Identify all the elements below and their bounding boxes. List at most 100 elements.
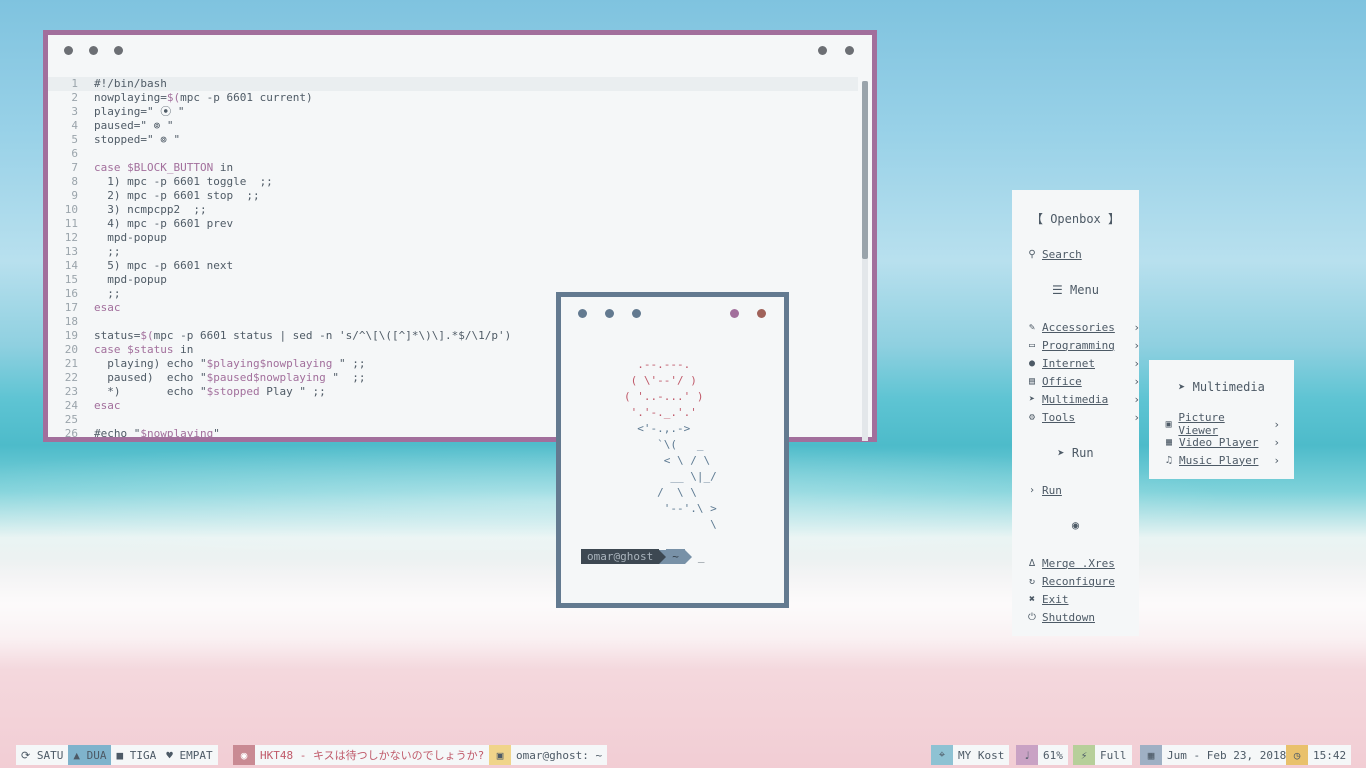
wifi-name: MY Kost: [958, 748, 1005, 762]
menu-item-search[interactable]: ⚲ Search: [1026, 247, 1126, 261]
music-title: HKT48 - キスは待つしかないのでしょうか?: [260, 749, 485, 762]
time: 15:42: [1313, 748, 1347, 762]
refresh-icon: ⟳: [21, 748, 31, 762]
window-dot-icon[interactable]: [64, 46, 73, 55]
menu-item-picture-viewer[interactable]: ▣ Picture Viewer ›: [1163, 411, 1280, 437]
code-line[interactable]: 12 mpd-popup: [48, 231, 858, 245]
code-line[interactable]: 9 2) mpc -p 6601 stop ;;: [48, 189, 858, 203]
line-text: esac: [94, 399, 121, 412]
menu-item-label: Multimedia: [1042, 392, 1109, 406]
globe-icon: ●: [1028, 357, 1036, 369]
line-text: nowplaying=$(mpc -p 6601 current): [94, 91, 313, 104]
menu-item-run[interactable]: › Run: [1026, 483, 1126, 497]
window-dot-icon[interactable]: [757, 309, 766, 318]
headphones-icon: ◉: [233, 745, 255, 765]
line-text: case $BLOCK_BUTTON in: [94, 161, 234, 174]
menu-item-programming[interactable]: ▭ Programming ›: [1026, 338, 1140, 352]
code-line[interactable]: 15 mpd-popup: [48, 273, 858, 287]
music-widget[interactable]: ◉ HKT48 - キスは待つしかないのでしょうか?: [233, 745, 490, 765]
window-buttons-right: [730, 309, 766, 318]
workspace-tiga[interactable]: ■ TIGA: [111, 745, 161, 765]
heart-icon: ♥: [166, 748, 173, 762]
line-text: 3) ncmpcpp2 ;;: [94, 203, 207, 216]
volume-level: 61%: [1043, 748, 1063, 762]
terminal-window[interactable]: .--.---. ( \'--'/ ) ( '..-...' ) '.'-._.…: [556, 292, 789, 608]
menu-item-internet[interactable]: ● Internet ›: [1026, 356, 1140, 370]
battery-widget[interactable]: ⚡ Full: [1073, 745, 1132, 765]
code-line[interactable]: 3 playing=" ⦿ ": [48, 105, 858, 119]
submenu-title: ➤ Multimedia: [1178, 380, 1265, 394]
window-title-widget[interactable]: ▣ omar@ghost: ~: [489, 745, 608, 765]
window-dot-icon[interactable]: [578, 309, 587, 318]
menu-item-accessories[interactable]: ✎ Accessories ›: [1026, 320, 1140, 334]
window-dot-icon[interactable]: [605, 309, 614, 318]
menu-item-label: Merge .Xres: [1042, 556, 1115, 570]
volume-widget[interactable]: ♩ 61%: [1016, 745, 1068, 765]
code-line[interactable]: 13 ;;: [48, 245, 858, 259]
editor-scrollbar[interactable]: [862, 81, 868, 441]
line-text: ;;: [94, 245, 121, 258]
window-dot-icon[interactable]: [89, 46, 98, 55]
multimedia-submenu[interactable]: ➤ Multimedia ▣ Picture Viewer › ▦ Video Play…: [1149, 360, 1294, 479]
line-text: 2) mpc -p 6601 stop ;;: [94, 189, 260, 202]
window-dot-icon[interactable]: [114, 46, 123, 55]
line-text: playing) echo "$playing$nowplaying " ;;: [94, 357, 366, 370]
workspace-dua[interactable]: ▲ DUA: [68, 745, 112, 765]
menu-item-label: Search: [1042, 247, 1082, 261]
menu-item-label: Run: [1042, 483, 1062, 497]
window-dot-icon[interactable]: [818, 46, 827, 55]
menu-item-music-player[interactable]: ♫ Music Player ›: [1163, 453, 1280, 467]
line-text: [78, 413, 94, 427]
clock-widget[interactable]: ◷ 15:42: [1286, 745, 1352, 765]
chevron-right-icon: ›: [1133, 374, 1140, 388]
folder-icon: ■: [116, 748, 124, 762]
menu-item-merge-xres[interactable]: ∆ Merge .Xres: [1026, 556, 1126, 570]
fire-icon: ▲: [73, 748, 80, 762]
line-text: case $status in: [94, 343, 194, 356]
menu-item-multimedia[interactable]: ➤ Multimedia ›: [1026, 392, 1140, 406]
settings-icon: ◉: [1071, 518, 1080, 532]
chevron-right-icon: ›: [1133, 392, 1140, 406]
openbox-menu[interactable]: 【 Openbox 】 ⚲ Search ☰ Menu ✎ Accessories…: [1012, 190, 1140, 636]
code-line[interactable]: 14 5) mpc -p 6601 next: [48, 259, 858, 273]
film-icon: ▦: [1165, 436, 1173, 448]
code-line[interactable]: 5 stopped=" ⊚ ": [48, 133, 858, 147]
code-line[interactable]: 10 3) ncmpcpp2 ;;: [48, 203, 858, 217]
code-line[interactable]: 11 4) mpc -p 6601 prev: [48, 217, 858, 231]
window-dot-icon[interactable]: [632, 309, 641, 318]
line-number: 16: [64, 287, 78, 300]
cursor: _: [697, 550, 705, 563]
code-line[interactable]: 4 paused=" ⊚ ": [48, 119, 858, 133]
monitor-icon: ▣: [489, 745, 511, 765]
menu-item-tools[interactable]: ⚙ Tools ›: [1026, 410, 1140, 424]
workspace-empat[interactable]: ♥ EMPAT: [161, 745, 217, 765]
scrollbar-thumb[interactable]: [862, 81, 868, 259]
shell-prompt[interactable]: omar@ghost ~ _: [581, 549, 704, 564]
menu-item-exit[interactable]: ✖ Exit: [1026, 592, 1126, 606]
code-line[interactable]: 1 #!/bin/bash: [48, 77, 858, 91]
menu-item-label: Tools: [1042, 410, 1076, 424]
image-icon: ▣: [1165, 418, 1172, 430]
menu-header-menu: ☰ Menu: [1052, 283, 1099, 297]
exit-icon: ✖: [1028, 593, 1036, 605]
line-number: 26: [64, 427, 78, 437]
code-line[interactable]: 6: [48, 147, 858, 161]
line-number: 18: [64, 315, 78, 328]
menu-item-label: Programming: [1042, 338, 1115, 352]
menu-item-shutdown[interactable]: ⏻ Shutdown: [1026, 610, 1126, 624]
wifi-widget[interactable]: ⌖ MY Kost: [931, 745, 1010, 765]
menu-item-reconfigure[interactable]: ↻ Reconfigure: [1026, 574, 1126, 588]
ascii-art-head: .--.---. ( \'--'/ ) ( '..-...' ) '.'-._.…: [623, 358, 704, 419]
window-dot-icon[interactable]: [845, 46, 854, 55]
workspace-satu[interactable]: ⟳ SATU: [16, 745, 68, 765]
menu-item-office[interactable]: ▤ Office ›: [1026, 374, 1140, 388]
code-line[interactable]: 8 1) mpc -p 6601 toggle ;;: [48, 175, 858, 189]
date-widget[interactable]: ▦ Jum - Feb 23, 2018: [1140, 745, 1292, 765]
line-number: 13: [64, 245, 78, 258]
code-line[interactable]: 7 case $BLOCK_BUTTON in: [48, 161, 858, 175]
prompt-dir: ~: [666, 549, 685, 564]
chevron-right-icon: ›: [1273, 453, 1280, 467]
code-line[interactable]: 2 nowplaying=$(mpc -p 6601 current): [48, 91, 858, 105]
window-dot-icon[interactable]: [730, 309, 739, 318]
menu-item-video-player[interactable]: ▦ Video Player ›: [1163, 435, 1280, 449]
